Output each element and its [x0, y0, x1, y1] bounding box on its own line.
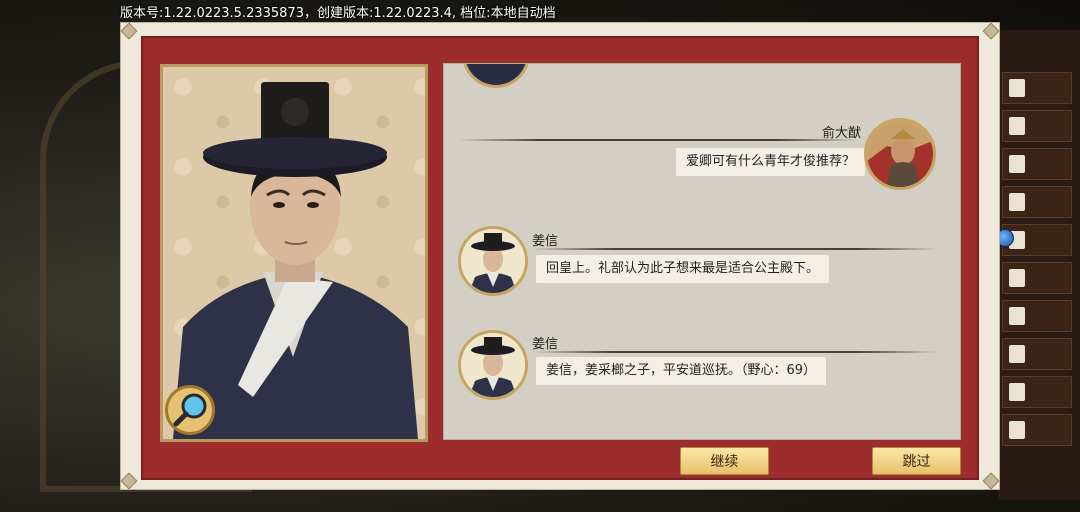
scroll-icon — [1009, 193, 1025, 211]
jiangxin-avatar — [461, 333, 525, 397]
jiangxin-avatar — [461, 229, 525, 293]
speaker-portrait — [160, 64, 428, 442]
list-item[interactable] — [1002, 376, 1072, 408]
scroll-icon — [1009, 79, 1025, 97]
list-item[interactable] — [1002, 300, 1072, 332]
scroll-icon — [1009, 307, 1025, 325]
scroll-icon — [1009, 155, 1025, 173]
scroll-icon — [1009, 421, 1025, 439]
message-bubble: 姜信，姜采榔之子，平安道巡抚。（野心：69） — [536, 357, 827, 385]
general-portrait — [867, 121, 933, 187]
list-item[interactable] — [1002, 414, 1072, 446]
avatar — [458, 330, 528, 400]
scroll-icon — [1009, 269, 1025, 287]
scroll-icon — [1009, 117, 1025, 135]
chat-log[interactable]: 俞大猷 爱卿可有什么青年才俊推荐？ 姜信 回皇上。礼部认为此子想来最是适合公主殿… — [443, 63, 961, 440]
magnifier-icon — [173, 393, 207, 427]
speaker-name: 俞大猷 — [822, 126, 862, 141]
avatar — [462, 64, 530, 88]
continue-button[interactable]: 继续 — [680, 447, 769, 475]
divider-line — [532, 248, 938, 250]
list-item[interactable] — [1002, 72, 1072, 104]
version-info: 版本号:1.22.0223.5.2335873，创建版本:1.22.0223.4… — [120, 6, 556, 21]
avatar — [458, 226, 528, 296]
avatar — [864, 118, 936, 190]
right-side-list — [998, 30, 1080, 500]
list-item[interactable] — [1002, 148, 1072, 180]
character-figure — [173, 82, 418, 439]
speaker-name: 姜信 — [532, 337, 559, 352]
divider-line — [458, 139, 858, 141]
skip-button[interactable]: 跳过 — [872, 447, 961, 475]
speaker-name: 姜信 — [532, 234, 559, 249]
divider-line — [532, 351, 938, 353]
zoom-portrait-button[interactable] — [165, 385, 215, 435]
scroll-icon — [1009, 345, 1025, 363]
list-item[interactable] — [1002, 262, 1072, 294]
scroll-icon — [1009, 383, 1025, 401]
list-item[interactable] — [1002, 186, 1072, 218]
message-bubble: 爱卿可有什么青年才俊推荐？ — [676, 148, 866, 176]
list-item[interactable] — [1002, 338, 1072, 370]
message-bubble: 回皇上。礼部认为此子想来最是适合公主殿下。 — [536, 255, 830, 283]
list-item[interactable] — [1002, 110, 1072, 142]
